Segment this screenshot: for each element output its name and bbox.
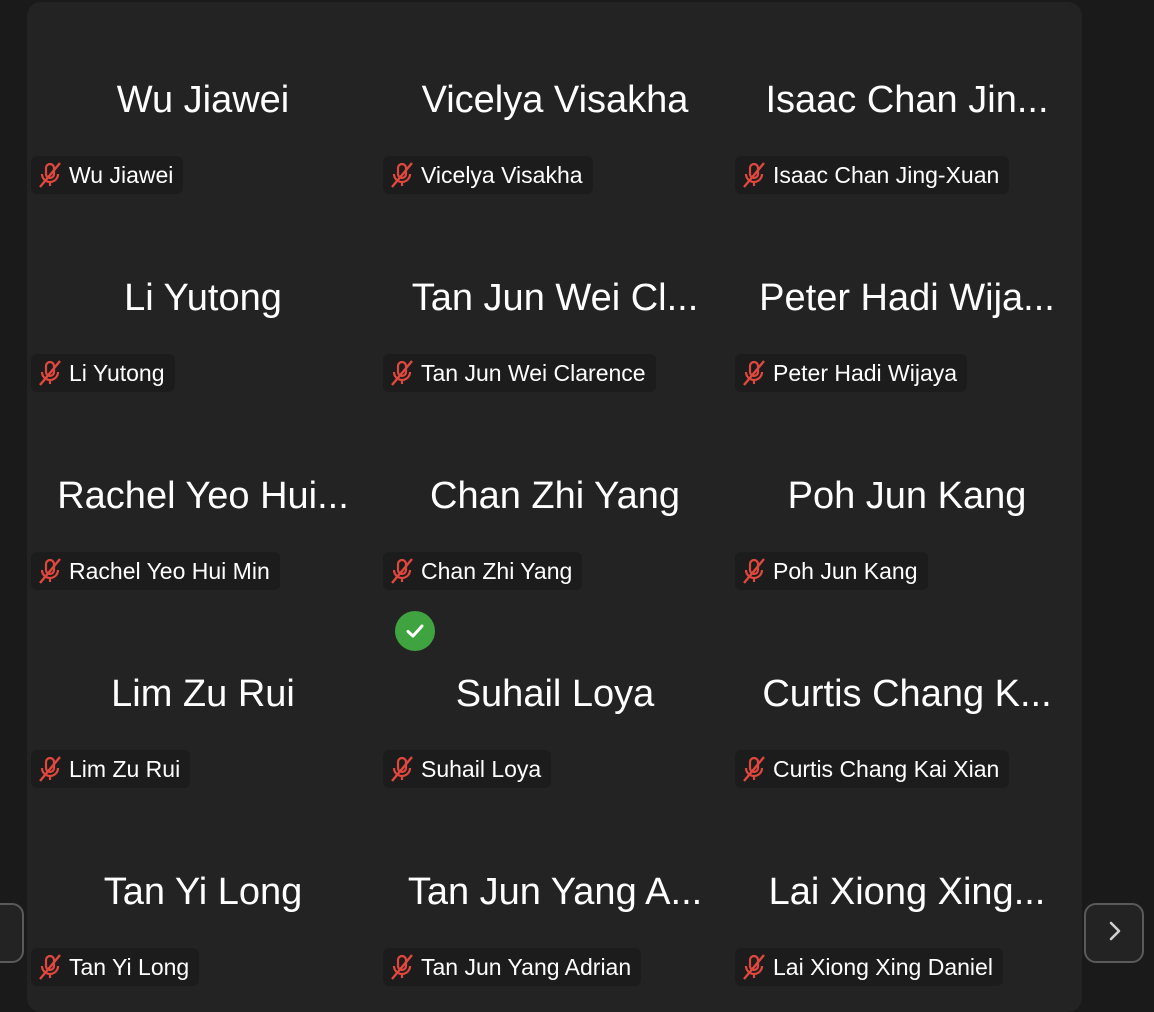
participant-name-tag: Li Yutong xyxy=(31,354,175,392)
participant-name-label: Suhail Loya xyxy=(421,755,542,782)
participant-name-label: Rachel Yeo Hui Min xyxy=(69,557,270,584)
participant-tile[interactable]: Tan Jun Yang A... Tan Jun Yang Adrian xyxy=(379,794,731,992)
participant-name-tag: Tan Jun Wei Clarence xyxy=(383,354,656,392)
previous-page-button[interactable] xyxy=(0,903,24,963)
participant-name-label: Wu Jiawei xyxy=(69,161,174,188)
participant-tile[interactable]: Lai Xiong Xing... Lai Xiong Xing Daniel xyxy=(731,794,1082,992)
microphone-muted-icon xyxy=(31,750,69,788)
microphone-muted-icon xyxy=(383,750,421,788)
participant-name-tag: Lim Zu Rui xyxy=(31,750,191,788)
participant-name-label: Li Yutong xyxy=(69,359,165,386)
participant-name-label: Lim Zu Rui xyxy=(69,755,181,782)
participant-name-tag: Vicelya Visakha xyxy=(383,156,593,194)
microphone-muted-icon xyxy=(383,948,421,986)
microphone-muted-icon xyxy=(383,354,421,392)
participant-tile[interactable]: Vicelya Visakha Vicelya Visakha xyxy=(379,2,731,200)
microphone-muted-icon xyxy=(735,156,773,194)
participant-display-name: Chan Zhi Yang xyxy=(430,475,680,517)
participant-name-label: Curtis Chang Kai Xian xyxy=(773,755,1000,782)
chevron-left-icon xyxy=(0,918,7,949)
participant-name-tag: Lai Xiong Xing Daniel xyxy=(735,948,1003,986)
microphone-muted-icon xyxy=(383,552,421,590)
participant-tile[interactable]: Tan Yi Long Tan Yi Long xyxy=(27,794,379,992)
microphone-muted-icon xyxy=(31,156,69,194)
participant-display-name: Curtis Chang K... xyxy=(762,673,1052,715)
participant-display-name: Wu Jiawei xyxy=(116,79,290,121)
participant-display-name: Lai Xiong Xing... xyxy=(768,871,1046,913)
participant-tile[interactable]: Rachel Yeo Hui... Rachel Yeo Hui Min xyxy=(27,398,379,596)
participant-display-name: Li Yutong xyxy=(124,277,282,319)
participant-tile[interactable]: Poh Jun Kang Poh Jun Kang xyxy=(731,398,1082,596)
participant-display-name: Vicelya Visakha xyxy=(421,79,689,121)
next-page-button[interactable] xyxy=(1084,903,1144,963)
participant-display-name: Peter Hadi Wija... xyxy=(759,277,1055,319)
participant-tile[interactable]: Wu Jiawei Wu Jiawei xyxy=(27,2,379,200)
participant-name-label: Vicelya Visakha xyxy=(421,161,583,188)
microphone-muted-icon xyxy=(735,354,773,392)
participant-tile[interactable]: Lim Zu Rui Lim Zu Rui xyxy=(27,596,379,794)
participant-display-name: Isaac Chan Jin... xyxy=(765,79,1049,121)
participant-name-label: Isaac Chan Jing-Xuan xyxy=(773,161,1000,188)
microphone-muted-icon xyxy=(31,552,69,590)
participant-name-tag: Peter Hadi Wijaya xyxy=(735,354,968,392)
chevron-right-icon xyxy=(1101,918,1127,949)
participant-name-label: Tan Jun Yang Adrian xyxy=(421,953,632,980)
participant-name-tag: Rachel Yeo Hui Min xyxy=(31,552,280,590)
microphone-muted-icon xyxy=(383,156,421,194)
participant-name-label: Peter Hadi Wijaya xyxy=(773,359,958,386)
participant-tile[interactable]: Chan Zhi Yang Chan Zhi Yang xyxy=(379,398,731,596)
participant-display-name: Lim Zu Rui xyxy=(111,673,295,715)
participant-name-label: Tan Jun Wei Clarence xyxy=(421,359,646,386)
participant-display-name: Tan Jun Yang A... xyxy=(407,871,703,913)
participant-display-name: Suhail Loya xyxy=(455,673,655,715)
participant-tile[interactable]: Peter Hadi Wija... Peter Hadi Wijaya xyxy=(731,200,1082,398)
participant-display-name: Tan Yi Long xyxy=(103,871,303,913)
participant-name-label: Lai Xiong Xing Daniel xyxy=(773,953,993,980)
microphone-muted-icon xyxy=(31,948,69,986)
participant-display-name: Tan Jun Wei Cl... xyxy=(411,277,699,319)
participant-name-label: Tan Yi Long xyxy=(69,953,190,980)
participant-name-tag: Curtis Chang Kai Xian xyxy=(735,750,1010,788)
participant-name-tag: Isaac Chan Jing-Xuan xyxy=(735,156,1010,194)
participant-tile[interactable]: Isaac Chan Jin... Isaac Chan Jing-Xuan xyxy=(731,2,1082,200)
participant-name-label: Chan Zhi Yang xyxy=(421,557,573,584)
microphone-muted-icon xyxy=(735,552,773,590)
microphone-muted-icon xyxy=(735,750,773,788)
participant-display-name: Poh Jun Kang xyxy=(787,475,1027,517)
microphone-muted-icon xyxy=(735,948,773,986)
participant-name-tag: Tan Yi Long xyxy=(31,948,200,986)
participant-name-label: Poh Jun Kang xyxy=(773,557,918,584)
participant-tile[interactable]: Tan Jun Wei Cl... Tan Jun Wei Clarence xyxy=(379,200,731,398)
participant-name-tag: Wu Jiawei xyxy=(31,156,184,194)
participant-display-name: Rachel Yeo Hui... xyxy=(57,475,349,517)
participant-name-tag: Suhail Loya xyxy=(383,750,552,788)
participant-tile[interactable]: Suhail Loya Suhail Loya xyxy=(379,596,731,794)
participant-name-tag: Poh Jun Kang xyxy=(735,552,928,590)
checkmark-icon xyxy=(395,611,435,651)
participant-grid: Wu Jiawei Wu Jiawei Vicelya Visakha Vice… xyxy=(27,2,1082,1012)
participant-tile[interactable]: Li Yutong Li Yutong xyxy=(27,200,379,398)
participant-name-tag: Chan Zhi Yang xyxy=(383,552,583,590)
participant-name-tag: Tan Jun Yang Adrian xyxy=(383,948,642,986)
participant-tile[interactable]: Curtis Chang K... Curtis Chang Kai Xian xyxy=(731,596,1082,794)
microphone-muted-icon xyxy=(31,354,69,392)
